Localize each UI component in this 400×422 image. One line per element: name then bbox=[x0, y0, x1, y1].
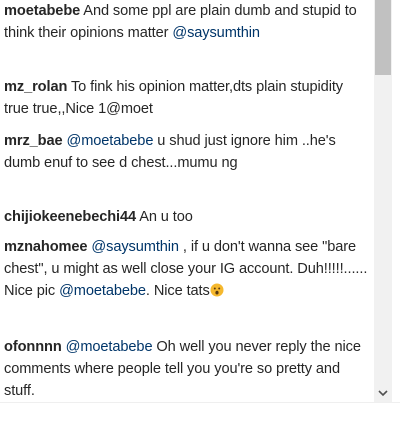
mention-link[interactable]: @saysumthin bbox=[172, 25, 260, 41]
mention-link[interactable]: @moetabebe bbox=[67, 133, 154, 149]
scrollbar-thumb[interactable] bbox=[375, 0, 391, 75]
comment-username-link[interactable]: mznahomee bbox=[4, 239, 88, 255]
comment-item: chijiokeenebechi44 An u too bbox=[4, 206, 370, 228]
comment-text: An u too bbox=[136, 209, 193, 225]
comment-username-link[interactable]: ofonnnn bbox=[4, 339, 62, 355]
chevron-down-icon bbox=[378, 390, 388, 397]
scroll-down-button[interactable] bbox=[374, 384, 392, 402]
comment-item: mrz_bae @moetabebe u shud just ignore hi… bbox=[4, 130, 370, 174]
comment-text: . Nice tats bbox=[145, 283, 210, 299]
comment-username-link[interactable]: mz_rolan bbox=[4, 79, 67, 95]
comment-username-link[interactable]: mrz_bae bbox=[4, 133, 63, 149]
mention-link[interactable]: @moetabebe bbox=[59, 283, 146, 299]
comment-item: moetabebe And some ppl are plain dumb an… bbox=[4, 0, 370, 44]
comment-item: mz_rolan To fink his opinion matter,dts … bbox=[4, 76, 370, 120]
surprised-face-emoji-icon bbox=[210, 282, 224, 304]
scrollbar[interactable] bbox=[374, 0, 392, 402]
comment-username-link[interactable]: chijiokeenebechi44 bbox=[4, 209, 136, 225]
mention-link[interactable]: @moetabebe bbox=[66, 339, 153, 355]
comment-footer bbox=[0, 402, 400, 422]
comment-item: ofonnnn @moetabebe Oh well you never rep… bbox=[4, 336, 370, 402]
mention-link[interactable]: @saysumthin bbox=[91, 239, 179, 255]
comment-username-link[interactable]: moetabebe bbox=[4, 3, 80, 19]
comment-item: mznahomee @saysumthin , if u don't wanna… bbox=[4, 236, 370, 304]
